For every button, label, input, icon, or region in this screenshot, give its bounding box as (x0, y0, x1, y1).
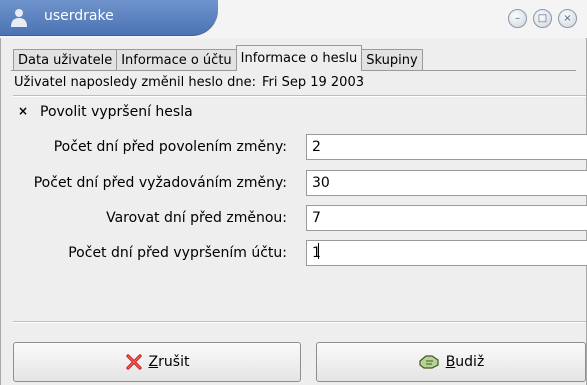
tab-user-data[interactable]: Data uživatele (13, 49, 118, 71)
min-days-label: Počet dní před povolením změny: (53, 139, 287, 155)
inactive-days-input[interactable] (306, 240, 587, 266)
ok-mnemonic: B (445, 354, 456, 370)
cancel-label-rest: rušit (158, 354, 190, 370)
max-days-input[interactable] (306, 170, 587, 196)
close-icon[interactable]: × (558, 9, 577, 28)
cancel-button-label: Zrušit (149, 354, 190, 370)
tab-groups[interactable]: Skupiny (361, 49, 423, 71)
separator (13, 95, 586, 97)
title-bar[interactable]: userdrake – □ × (0, 0, 587, 38)
last-changed-value: Fri Sep 19 2003 (261, 75, 364, 90)
ok-hand-icon (418, 353, 440, 371)
window-title: userdrake (44, 8, 114, 24)
max-days-label: Počet dní před vyžadováním změny: (33, 175, 287, 191)
expiry-checkbox[interactable]: × (17, 105, 29, 117)
maximize-icon[interactable]: □ (533, 9, 552, 28)
warn-days-label: Varovat dní před změnou: (106, 210, 287, 226)
tab-bar: Data uživatele Informace o účtu Informac… (13, 45, 423, 71)
last-changed-label: Uživatel naposledy změnil heslo dne: (14, 75, 256, 90)
user-icon (8, 7, 30, 29)
ok-label-rest: udiž (455, 354, 485, 370)
title-tab: userdrake (0, 0, 218, 36)
ok-button-label: Budiž (446, 354, 485, 370)
tab-account-info[interactable]: Informace o účtu (116, 49, 237, 71)
cancel-button[interactable]: Zrušit (13, 342, 301, 382)
last-changed-info: Uživatel naposledy změnil heslo dne: Fri … (14, 75, 370, 90)
separator (13, 321, 586, 323)
tab-password-info[interactable]: Informace o heslu (235, 45, 363, 71)
cancel-x-icon (125, 353, 143, 371)
expiry-checkbox-label[interactable]: Povolit vypršení hesla (40, 104, 193, 120)
warn-days-input[interactable] (306, 205, 587, 231)
min-days-input[interactable] (306, 134, 587, 160)
password-info-window: Data uživatele Informace o účtu Informac… (0, 38, 587, 385)
ok-button[interactable]: Budiž (316, 342, 586, 382)
cancel-mnemonic: Z (148, 354, 159, 370)
minimize-icon[interactable]: – (508, 9, 527, 28)
text-caret (318, 243, 319, 259)
inactive-days-label: Počet dní před vypršením účtu: (68, 245, 287, 261)
